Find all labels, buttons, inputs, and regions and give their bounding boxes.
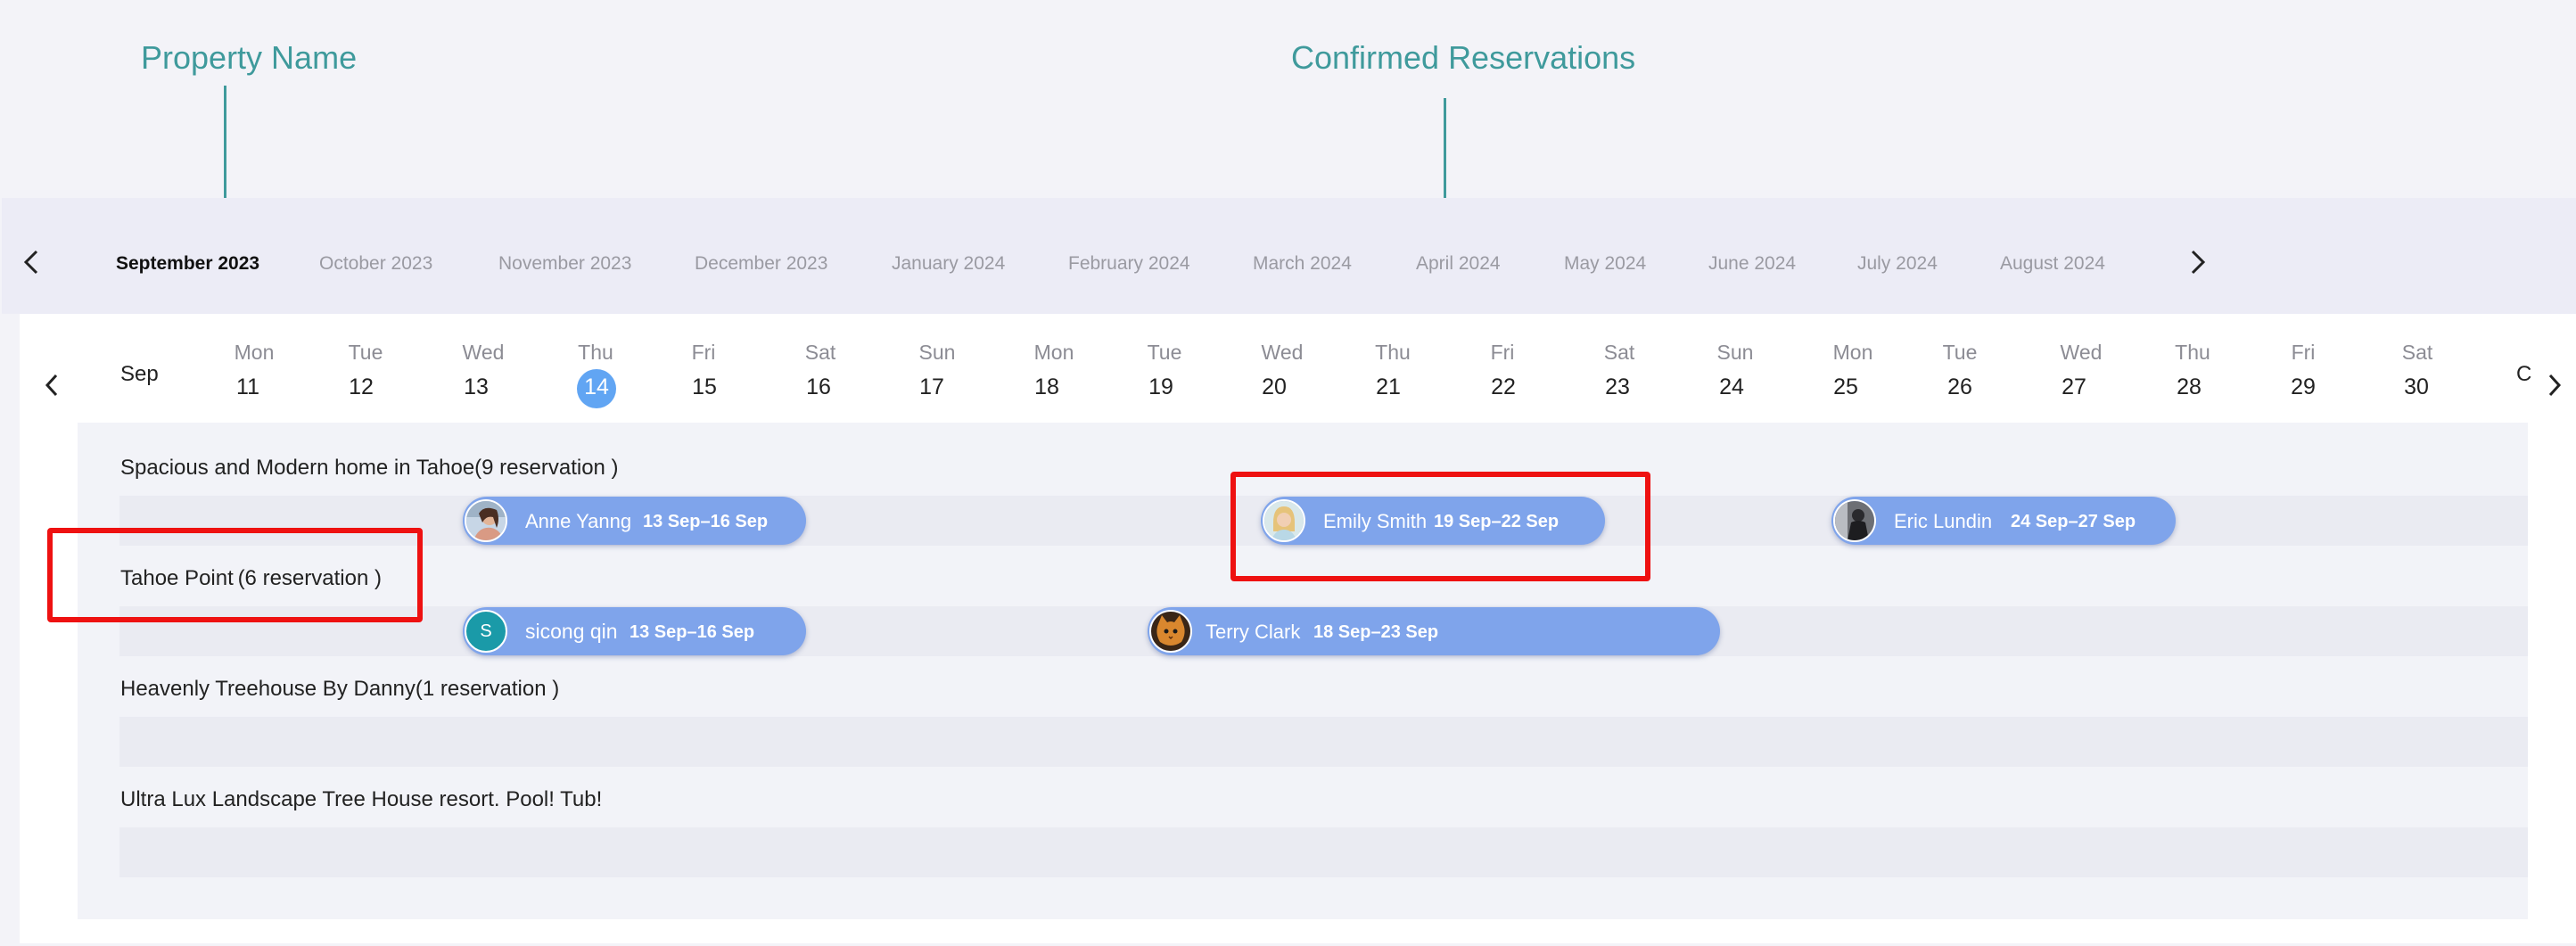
reservation-bar[interactable]: S sicong qin 13 Sep–16 Sep [463,607,806,655]
day-name-27: Wed [2060,341,2103,364]
guest-avatar [1833,499,1876,542]
chevron-left-icon [23,250,38,275]
month-tab-0[interactable]: September 2023 [116,253,259,275]
day-number-12[interactable]: 12 [349,374,374,400]
photo-avatar-cat-icon [1151,612,1190,651]
day-name-16: Sat [804,341,836,364]
property-name-3[interactable]: Heavenly Treehouse By Danny(1 reservatio… [120,677,559,702]
day-name-21: Thu [1375,341,1411,364]
guest-name: Terry Clark [1206,621,1301,643]
day-number-11[interactable]: 11 [236,374,259,400]
reservation-dates: 13 Sep–16 Sep [630,622,755,642]
chevron-left-icon [45,374,58,397]
day-number-24[interactable]: 24 [1719,374,1744,400]
day-name-13: Wed [462,341,505,364]
highlight-box-confirmed-reservation [1230,472,1650,581]
day-name-12: Tue [348,341,383,364]
day-number-18[interactable]: 18 [1034,374,1059,400]
day-name-20: Wed [1261,341,1304,364]
day-name-18: Mon [1033,341,1074,364]
day-number-16[interactable]: 16 [806,374,831,400]
next-month-button[interactable] [2188,249,2208,281]
month-tab-2[interactable]: November 2023 [498,253,631,275]
reservation-dates: 13 Sep–16 Sep [643,512,769,531]
highlight-box-property-name [47,528,423,622]
property-row-track-3 [119,717,2528,767]
day-number-27[interactable]: 27 [2062,374,2086,400]
day-number-14-today[interactable]: 14 [584,374,609,400]
prev-week-button[interactable] [43,373,61,403]
photo-avatar-woman-icon [466,501,506,540]
month-tab-6[interactable]: March 2024 [1253,253,1352,275]
guest-avatar-initial: S [465,610,507,653]
guest-avatar [1149,610,1192,653]
day-number-29[interactable]: 29 [2291,374,2316,400]
day-number-22[interactable]: 22 [1491,374,1516,400]
month-tab-5[interactable]: February 2024 [1068,253,1190,275]
day-name-30: Sat [2401,341,2433,364]
month-tab-9[interactable]: June 2024 [1708,253,1796,275]
day-number-13[interactable]: 13 [464,374,489,400]
day-name-23: Sat [1603,341,1635,364]
day-name-19: Tue [1147,341,1182,364]
month-tab-8[interactable]: May 2024 [1564,253,1646,275]
day-number-25[interactable]: 25 [1833,374,1858,400]
day-name-11: Mon [234,341,275,364]
day-number-17[interactable]: 17 [919,374,944,400]
chevron-right-icon [2191,250,2206,275]
day-name-24: Sun [1716,341,1754,364]
property-name-4[interactable]: Ultra Lux Landscape Tree House resort. P… [120,787,602,812]
day-number-30[interactable]: 30 [2404,374,2429,400]
reservation-dates: 18 Sep–23 Sep [1313,622,1439,642]
day-number-28[interactable]: 28 [2177,374,2202,400]
avatar-initial: S [480,621,492,641]
day-name-14: Thu [578,341,613,364]
day-name-25: Mon [1832,341,1873,364]
day-number-23[interactable]: 23 [1605,374,1630,400]
property-row-track-4 [119,827,2528,877]
prev-month-button[interactable] [21,249,41,281]
property-name-1[interactable]: Spacious and Modern home in Tahoe(9 rese… [120,456,619,481]
photo-avatar-dark-icon [1835,501,1874,540]
day-name-26: Tue [1942,341,1978,364]
reservation-bar[interactable]: Anne Yanng 13 Sep–16 Sep [463,497,806,545]
day-number-19[interactable]: 19 [1148,374,1173,400]
reservation-bar[interactable]: Terry Clark 18 Sep–23 Sep [1148,607,1720,655]
day-name-17: Sun [918,341,956,364]
guest-name: Eric Lundin [1894,510,1993,532]
annotation-confirmed-reservations: Confirmed Reservations [1291,39,1636,76]
guest-avatar [465,499,507,542]
month-tab-11[interactable]: August 2024 [2000,253,2105,275]
next-week-button[interactable] [2546,373,2564,403]
day-name-29: Fri [2291,341,2316,364]
reservation-bar[interactable]: Eric Lundin 24 Sep–27 Sep [1831,497,2176,545]
guest-name: sicong qin [525,620,618,643]
chevron-right-icon [2548,374,2562,397]
calendar-month-label: Sep [120,362,159,386]
day-number-21[interactable]: 21 [1376,374,1401,400]
reservation-dates: 24 Sep–27 Sep [2011,512,2136,531]
annotation-property-name: Property Name [141,39,358,76]
month-tab-10[interactable]: July 2024 [1857,253,1938,275]
month-tab-1[interactable]: October 2023 [319,253,432,275]
calendar-overflow-label: C [2516,362,2532,386]
month-tab-7[interactable]: April 2024 [1416,253,1501,275]
month-tab-4[interactable]: January 2024 [892,253,1005,275]
month-tab-3[interactable]: December 2023 [695,253,827,275]
day-number-26[interactable]: 26 [1947,374,1972,400]
day-name-15: Fri [691,341,716,364]
day-number-15[interactable]: 15 [692,374,717,400]
day-name-22: Fri [1490,341,1515,364]
guest-name: Anne Yanng [525,510,632,532]
day-number-20[interactable]: 20 [1262,374,1287,400]
day-name-28: Thu [2175,341,2210,364]
